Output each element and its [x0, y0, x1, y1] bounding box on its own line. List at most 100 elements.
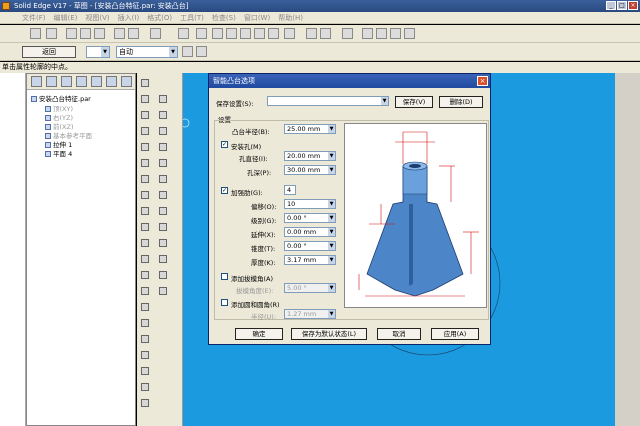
select-icon[interactable]: [196, 28, 207, 39]
ellipse-tool-icon[interactable]: [159, 143, 167, 151]
tangent-arc-icon[interactable]: [141, 127, 149, 135]
select-tool-icon[interactable]: [141, 79, 149, 87]
extend-field[interactable]: 0.00 mm ▼: [284, 227, 336, 237]
mode-dropdown[interactable]: 自动 ▼: [116, 46, 178, 58]
view-iso-icon[interactable]: [226, 28, 237, 39]
extend-tool-icon[interactable]: [159, 191, 167, 199]
circle-tool-icon[interactable]: [159, 127, 167, 135]
mirror-tool-icon[interactable]: [159, 223, 167, 231]
cancel-button[interactable]: 取消: [377, 328, 421, 340]
lock-icon[interactable]: [141, 319, 149, 327]
fillet-tool-icon[interactable]: [159, 207, 167, 215]
tree-item-plane[interactable]: 平面 4: [45, 148, 72, 158]
close-icon[interactable]: ×: [477, 76, 488, 86]
undo-icon[interactable]: [114, 28, 125, 39]
layers-tab-icon[interactable]: [46, 76, 57, 87]
relate-icon[interactable]: [182, 46, 193, 57]
family-parts-icon[interactable]: [76, 76, 87, 87]
print-icon[interactable]: [46, 28, 57, 39]
menu-tools[interactable]: 工具(T): [180, 13, 204, 23]
arc-tool-icon[interactable]: [159, 111, 167, 119]
cut-icon[interactable]: [66, 28, 77, 39]
rectangle-tool-icon[interactable]: [141, 159, 149, 167]
sketch-plane-dropdown[interactable]: ▼: [86, 46, 110, 58]
maximize-button[interactable]: □: [617, 1, 627, 10]
copy-icon[interactable]: [80, 28, 91, 39]
menu-edit[interactable]: 编辑(E): [54, 13, 78, 23]
menu-insert[interactable]: 插入(I): [118, 13, 140, 23]
fillet-radius-field[interactable]: 1.27 mm ▼: [284, 309, 336, 319]
minimize-button[interactable]: _: [606, 1, 616, 10]
offset-tool-icon[interactable]: [141, 175, 149, 183]
dimension-tool-icon[interactable]: [141, 271, 149, 279]
line-tool-icon[interactable]: [159, 95, 167, 103]
menu-help[interactable]: 帮助(H): [278, 13, 303, 23]
collinear-icon[interactable]: [141, 383, 149, 391]
menu-format[interactable]: 格式(O): [147, 13, 172, 23]
view-icon[interactable]: [121, 76, 132, 87]
draft-angle-field[interactable]: 5.00 ° ▼: [284, 283, 336, 293]
sensors-icon[interactable]: [91, 76, 102, 87]
redo-icon[interactable]: [128, 28, 139, 39]
stretch-tool-icon[interactable]: [159, 255, 167, 263]
help-icon[interactable]: [150, 28, 161, 39]
split-tool-icon[interactable]: [141, 207, 149, 215]
back-button[interactable]: 返回: [22, 46, 76, 58]
apply-button[interactable]: 应用(A): [431, 328, 479, 340]
vertical-scrollbar[interactable]: [615, 73, 640, 426]
dimension-icon[interactable]: [196, 46, 207, 57]
tangent-icon[interactable]: [141, 367, 149, 375]
close-window-button[interactable]: ×: [628, 1, 638, 10]
zoom-area-icon[interactable]: [362, 28, 373, 39]
symmetric-icon[interactable]: [141, 351, 149, 359]
point-tool-icon[interactable]: [141, 95, 149, 103]
menu-file[interactable]: 文件(F): [22, 13, 46, 23]
curve-tool-icon[interactable]: [141, 111, 149, 119]
draft-checkbox[interactable]: [221, 273, 228, 280]
angle-dim-icon[interactable]: [159, 271, 167, 279]
menu-view[interactable]: 视图(V): [85, 13, 109, 23]
feature-library-icon[interactable]: [61, 76, 72, 87]
rib-count-field[interactable]: 4: [284, 185, 296, 195]
connect-icon[interactable]: [141, 287, 149, 295]
hole-depth-field[interactable]: 30.00 mm ▼: [284, 165, 336, 175]
fill-tool-icon[interactable]: [159, 159, 167, 167]
wireframe-icon[interactable]: [268, 28, 279, 39]
pan-icon[interactable]: [404, 28, 415, 39]
circle-center-icon[interactable]: [141, 143, 149, 151]
grid-icon[interactable]: [178, 28, 189, 39]
trim-tool-icon[interactable]: [141, 191, 149, 199]
delete-button[interactable]: 删除(D): [439, 96, 483, 108]
feature-pathfinder-icon[interactable]: [31, 76, 42, 87]
polygon-tool-icon[interactable]: [159, 175, 167, 183]
equal-icon[interactable]: [141, 335, 149, 343]
offset-field[interactable]: 10 ▼: [284, 199, 336, 209]
menu-window[interactable]: 窗口(W): [244, 13, 270, 23]
menu-inspect[interactable]: 检查(S): [212, 13, 236, 23]
level-field[interactable]: 0.00 ° ▼: [284, 213, 336, 223]
rib-checkbox[interactable]: ✓: [221, 187, 228, 194]
ok-button[interactable]: 确定: [235, 328, 283, 340]
move-tool-icon[interactable]: [141, 239, 149, 247]
taper-field[interactable]: 0.00 ° ▼: [284, 241, 336, 251]
save-settings-combo[interactable]: ▼: [267, 96, 389, 106]
rotate-tool-icon[interactable]: [159, 239, 167, 247]
concentric-icon[interactable]: [141, 399, 149, 407]
parallel-icon[interactable]: [141, 303, 149, 311]
save-as-default-button[interactable]: 保存为默认状态(L): [291, 328, 367, 340]
boss-radius-field[interactable]: 25.00 mm ▼: [284, 124, 336, 134]
chamfer-tool-icon[interactable]: [141, 223, 149, 231]
tree-root[interactable]: 安装凸台特征.par: [31, 93, 91, 103]
scale-tool-icon[interactable]: [141, 255, 149, 263]
fit-icon[interactable]: [390, 28, 401, 39]
horizontal-icon[interactable]: [159, 287, 167, 295]
paste-icon[interactable]: [94, 28, 105, 39]
shaded-icon[interactable]: [254, 28, 265, 39]
rotate-icon[interactable]: [342, 28, 353, 39]
properties-icon[interactable]: [106, 76, 117, 87]
hole-diameter-field[interactable]: 20.00 mm ▼: [284, 151, 336, 161]
thickness-field[interactable]: 3.17 mm ▼: [284, 255, 336, 265]
view-front-icon[interactable]: [212, 28, 223, 39]
view-top-icon[interactable]: [240, 28, 251, 39]
sphere-icon[interactable]: [284, 28, 295, 39]
